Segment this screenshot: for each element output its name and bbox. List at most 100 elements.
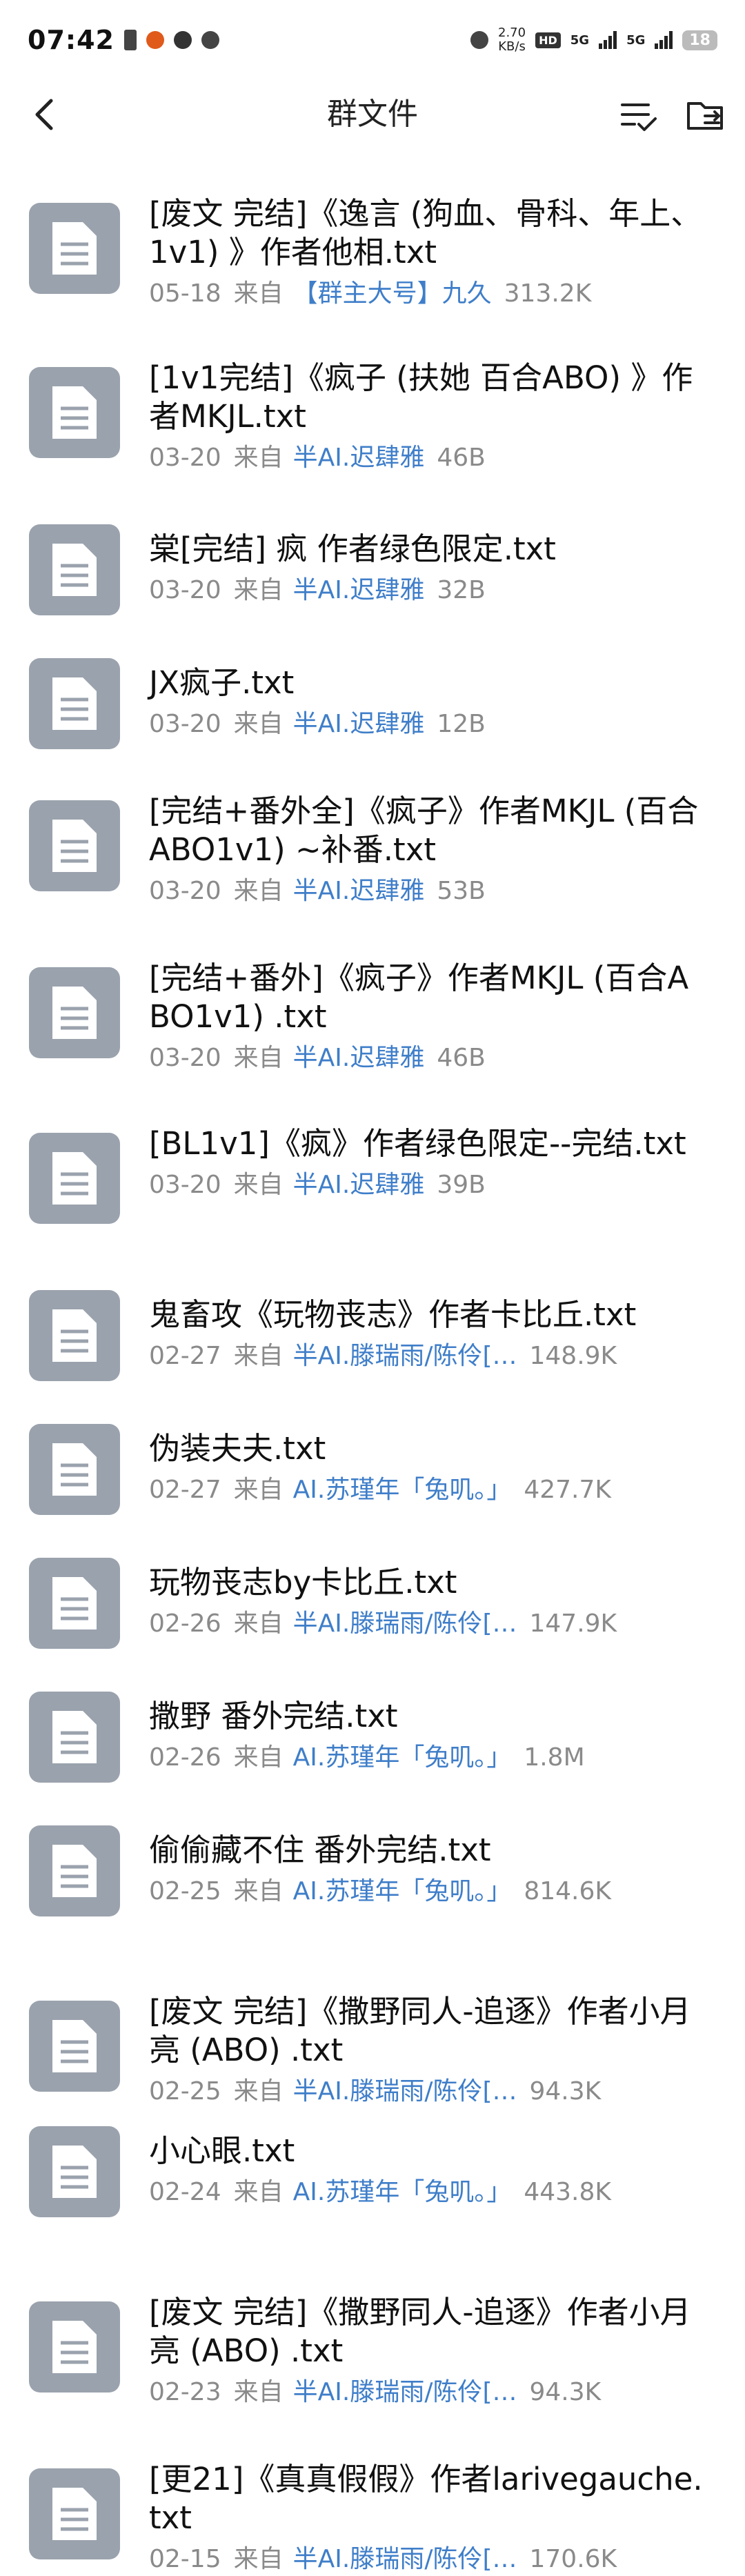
file-uploader[interactable]: AI.苏瑾年「兔叽。」 <box>293 2178 512 2206</box>
txt-file-icon <box>29 1424 120 1515</box>
file-size: 427.7K <box>524 1476 611 1504</box>
file-row[interactable]: [废文 完结]《撒野同人-追逐》作者小月亮 (ABO) .txt 02-25 来自半… <box>0 1977 745 2129</box>
file-size: 53B <box>437 877 486 905</box>
file-from-label: 来自 <box>233 1743 284 1772</box>
file-name: 撒野 番外完结.txt <box>149 1698 398 1734</box>
file-date: 02-27 <box>149 1476 221 1504</box>
file-info: 鬼畜攻《玩物丧志》作者卡比丘.txt 02-27 来自 半AI.滕瑞雨/陈伶[… 148… <box>149 1296 704 1371</box>
sim-icon <box>123 30 137 50</box>
file-date: 02-15 <box>149 2545 221 2573</box>
multi-select-button[interactable] <box>618 95 659 137</box>
txt-file-icon <box>29 2301 120 2392</box>
folder-manage-button[interactable] <box>684 95 727 137</box>
file-uploader[interactable]: AI.苏瑾年「兔叽。」 <box>293 1476 512 1504</box>
file-name: 玩物丧志by卡比丘.txt <box>149 1564 457 1601</box>
file-from-label: 来自 <box>233 877 284 905</box>
file-uploader[interactable]: 半AI.滕瑞雨/陈伶[… <box>293 1342 517 1370</box>
file-row[interactable]: 偷偷藏不住 番外完结.txt 02-25 来自 AI.苏瑾年「兔叽。」 814.6K <box>0 1810 745 1934</box>
speed-unit: KB/s <box>498 39 526 54</box>
file-size: 147.9K <box>529 1609 617 1638</box>
file-uploader[interactable]: 半AI.迟肆雅 <box>293 1044 425 1072</box>
file-row[interactable]: [完结+番外全]《疯子》作者MKJL (百合ABO1v1) ~补番.txt 03-… <box>0 777 745 929</box>
file-meta: 02-24 来自 AI.苏瑾年「兔叽。」 443.8K <box>149 2177 704 2208</box>
file-size: 94.3K <box>529 2378 602 2406</box>
file-row[interactable]: 棠[完结] 疯 作者绿色限定.txt 03-20 来自 半AI.迟肆雅 32B <box>0 509 745 633</box>
multi-select-icon <box>621 103 657 131</box>
file-name: [完结+番外全]《疯子》作者MKJL (百合ABO1v1) ~补番.txt <box>149 793 699 868</box>
file-name: [废文 完结]《撒野同人-追逐》作者小月亮 (ABO) .txt <box>149 2294 691 2369</box>
status-bar: 07:42 2.70 KB/s HD 5G 5G 18 <box>0 0 745 80</box>
file-row[interactable]: [废文 完结]《逸言 (狗血、骨科、年上、1v1) 》作者他相.txt 05-18… <box>0 179 745 331</box>
file-uploader[interactable]: 半AI.滕瑞雨/陈伶[… <box>293 2077 517 2106</box>
file-row[interactable]: 撒野 番外完结.txt 02-26 来自 AI.苏瑾年「兔叽。」 1.8M <box>0 1676 745 1801</box>
file-row[interactable]: [BL1v1]《疯》作者绿色限定--完结.txt 03-20 来自 半AI.迟肆雅 39… <box>0 1109 745 1261</box>
txt-file-icon <box>29 967 120 1058</box>
file-row[interactable]: [废文 完结]《撒野同人-追逐》作者小月亮 (ABO) .txt 02-23 来自半… <box>0 2278 745 2430</box>
txt-file-icon <box>29 367 120 458</box>
folder-transfer-icon <box>687 102 723 130</box>
file-row[interactable]: [完结+番外]《疯子》作者MKJL (百合ABO1v1) .txt 03-20 来自… <box>0 944 745 1096</box>
file-uploader[interactable]: 半AI.滕瑞雨/陈伶[… <box>293 2378 517 2406</box>
file-info: 棠[完结] 疯 作者绿色限定.txt 03-20 来自 半AI.迟肆雅 32B <box>149 530 704 606</box>
file-meta: 02-26 来自 半AI.滕瑞雨/陈伶[… 147.9K <box>149 1609 704 1639</box>
file-size: 32B <box>437 576 486 604</box>
file-uploader[interactable]: 半AI.迟肆雅 <box>293 1171 425 1199</box>
txt-file-icon <box>29 2001 120 2092</box>
txt-file-icon <box>29 1825 120 1916</box>
file-meta: 02-23 来自 半AI.滕瑞雨/陈伶[… 94.3K <box>149 2377 704 2408</box>
file-info: [1v1完结]《疯子 (扶她 百合ABO) 》作者MKJL.txt 03-20 来自… <box>149 359 704 473</box>
file-row[interactable]: 玩物丧志by卡比丘.txt 02-26 来自 半AI.滕瑞雨/陈伶[… 147.9K <box>0 1543 745 1667</box>
file-uploader[interactable]: 半AI.迟肆雅 <box>293 444 425 472</box>
file-meta: 02-27 来自 AI.苏瑾年「兔叽。」 427.7K <box>149 1475 704 1505</box>
txt-file-icon <box>29 1558 120 1649</box>
file-meta: 03-20 来自 半AI.迟肆雅 12B <box>149 709 704 740</box>
file-list[interactable]: [废文 完结]《逸言 (狗血、骨科、年上、1v1) 》作者他相.txt 05-18… <box>0 149 745 2576</box>
file-size: 46B <box>437 444 486 472</box>
file-name: JX疯子.txt <box>149 664 295 701</box>
file-from-label: 来自 <box>233 1877 284 1905</box>
status-left: 07:42 <box>28 25 219 55</box>
file-row[interactable]: JX疯子.txt 03-20 来自 半AI.迟肆雅 12B <box>0 643 745 767</box>
file-meta: 03-20 来自 半AI.迟肆雅 32B <box>149 575 704 606</box>
file-row[interactable]: 伪装夫夫.txt 02-27 来自 AI.苏瑾年「兔叽。」 427.7K <box>0 1409 745 1533</box>
nav-bar: 群文件 <box>0 80 745 149</box>
file-date: 02-26 <box>149 1609 221 1638</box>
file-meta: 03-20 来自 半AI.迟肆雅 39B <box>149 1170 704 1200</box>
file-uploader[interactable]: 半AI.滕瑞雨/陈伶[… <box>293 2545 517 2573</box>
file-size: 12B <box>437 710 486 738</box>
file-uploader[interactable]: AI.苏瑾年「兔叽。」 <box>293 1743 512 1772</box>
file-name: 伪装夫夫.txt <box>149 1430 326 1467</box>
file-date: 03-20 <box>149 877 221 905</box>
file-name: 棠[完结] 疯 作者绿色限定.txt <box>149 531 556 567</box>
file-info: 小心眼.txt 02-24 来自 AI.苏瑾年「兔叽。」 443.8K <box>149 2132 704 2208</box>
file-from-label: 来自 <box>233 1609 284 1638</box>
file-info: [完结+番外全]《疯子》作者MKJL (百合ABO1v1) ~补番.txt 03-… <box>149 792 704 906</box>
file-from-label: 来自 <box>233 1044 284 1072</box>
file-info: [废文 完结]《撒野同人-追逐》作者小月亮 (ABO) .txt 02-23 来自半… <box>149 2293 704 2408</box>
file-meta: 02-25 来自 AI.苏瑾年「兔叽。」 814.6K <box>149 1876 704 1907</box>
file-from-label: 来自 <box>233 444 284 472</box>
file-size: 94.3K <box>529 2077 602 2106</box>
file-meta: 02-27 来自 半AI.滕瑞雨/陈伶[… 148.9K <box>149 1341 704 1371</box>
network-type-1: 5G <box>570 32 590 48</box>
file-uploader[interactable]: 半AI.迟肆雅 <box>293 710 425 738</box>
file-uploader[interactable]: 半AI.迟肆雅 <box>293 877 425 905</box>
file-uploader[interactable]: 半AI.滕瑞雨/陈伶[… <box>293 1609 517 1638</box>
file-name: 鬼畜攻《玩物丧志》作者卡比丘.txt <box>149 1296 637 1333</box>
file-size: 39B <box>437 1171 486 1199</box>
txt-file-icon <box>29 800 120 891</box>
file-date: 02-25 <box>149 1877 221 1905</box>
file-row[interactable]: 小心眼.txt 02-24 来自 AI.苏瑾年「兔叽。」 443.8K <box>0 2111 745 2235</box>
file-size: 1.8M <box>524 1743 585 1772</box>
file-row[interactable]: 鬼畜攻《玩物丧志》作者卡比丘.txt 02-27 来自 半AI.滕瑞雨/陈伶[… 148… <box>0 1275 745 1399</box>
file-from-label: 来自 <box>233 576 284 604</box>
file-uploader[interactable]: 半AI.迟肆雅 <box>293 576 425 604</box>
file-row[interactable]: [更21]《真真假假》作者larivegauche.txt 02-15 来自 半AI.… <box>0 2445 745 2576</box>
file-uploader[interactable]: 【群主大号】九久 <box>293 279 492 308</box>
hd-badge: HD <box>535 32 561 48</box>
file-from-label: 来自 <box>233 1171 284 1199</box>
file-date: 02-23 <box>149 2378 221 2406</box>
file-row[interactable]: [1v1完结]《疯子 (扶她 百合ABO) 》作者MKJL.txt 03-20 来自… <box>0 344 745 495</box>
file-meta: 03-20 来自 半AI.迟肆雅 46B <box>149 443 704 473</box>
file-uploader[interactable]: AI.苏瑾年「兔叽。」 <box>293 1877 512 1905</box>
